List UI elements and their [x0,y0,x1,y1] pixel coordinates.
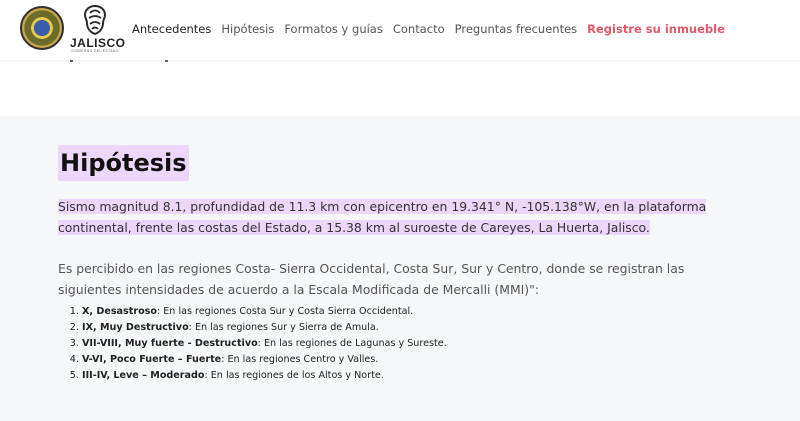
nav-link-formatos[interactable]: Formatos y guías [284,20,383,38]
page-title: Hipótesis [58,145,189,181]
intensity-level: X, Desastroso [82,306,157,317]
intensity-level: V-VI, Poco Fuerte – Fuerte [82,354,222,365]
navbar: JALISCO GOBIERNO DEL ESTADO Antecedentes… [0,0,800,60]
title-wrap: Hipótesis [58,145,189,181]
intensity-level: III-IV, Leve – Moderado [82,370,205,381]
list-item: VII-VIII, Muy fuerte - Destructivo: En l… [82,336,782,352]
intensity-regions: : En las regiones de los Altos y Norte. [204,370,384,381]
jalisco-crest-icon [83,4,107,36]
list-item: IX, Muy Destructivo: En las regiones Sur… [82,320,782,336]
intensity-regions: : En las regiones Sur y Sierra de Amula. [188,322,379,333]
main-nav: Antecedentes Hipótesis Formatos y guías … [132,20,725,38]
intensity-regions: : En las regiones de Lagunas y Sureste. [257,338,447,349]
perception-paragraph: Es percibido en las regiones Costa- Sier… [58,261,685,297]
list-item: X, Desastroso: En las regiones Costa Sur… [82,304,782,320]
intensity-level: VII-VIII, Muy fuerte - Destructivo [82,338,258,349]
nav-link-contacto[interactable]: Contacto [393,20,445,38]
earthquake-description: Sismo magnitud 8.1, profundidad de 11.3 … [58,196,748,238]
logo-wordmark: JALISCO [70,36,126,50]
logo-subtitle: GOBIERNO DEL ESTADO [71,49,119,53]
intensity-list: X, Desastroso: En las regiones Costa Sur… [58,304,782,384]
highlighted-text: Sismo magnitud 8.1, profundidad de 11.3 … [58,199,707,235]
previous-section [0,60,800,116]
state-seal-logo[interactable] [20,6,64,50]
nav-link-registre[interactable]: Registre su inmueble [587,20,725,38]
intensity-regions: : En las regiones Centro y Valles. [221,354,379,365]
list-item: III-IV, Leve – Moderado: En las regiones… [82,368,782,384]
jalisco-logo[interactable]: JALISCO GOBIERNO DEL ESTADO [70,4,126,54]
nav-link-hipotesis[interactable]: Hipótesis [221,20,274,38]
intensity-level: IX, Muy Destructivo [82,322,189,333]
nav-link-preguntas[interactable]: Preguntas frecuentes [455,20,578,38]
list-item: V-VI, Poco Fuerte – Fuerte: En las regio… [82,352,782,368]
nav-link-antecedentes[interactable]: Antecedentes [132,20,211,38]
intensity-regions: : En las regiones Costa Sur y Costa Sier… [156,306,414,317]
